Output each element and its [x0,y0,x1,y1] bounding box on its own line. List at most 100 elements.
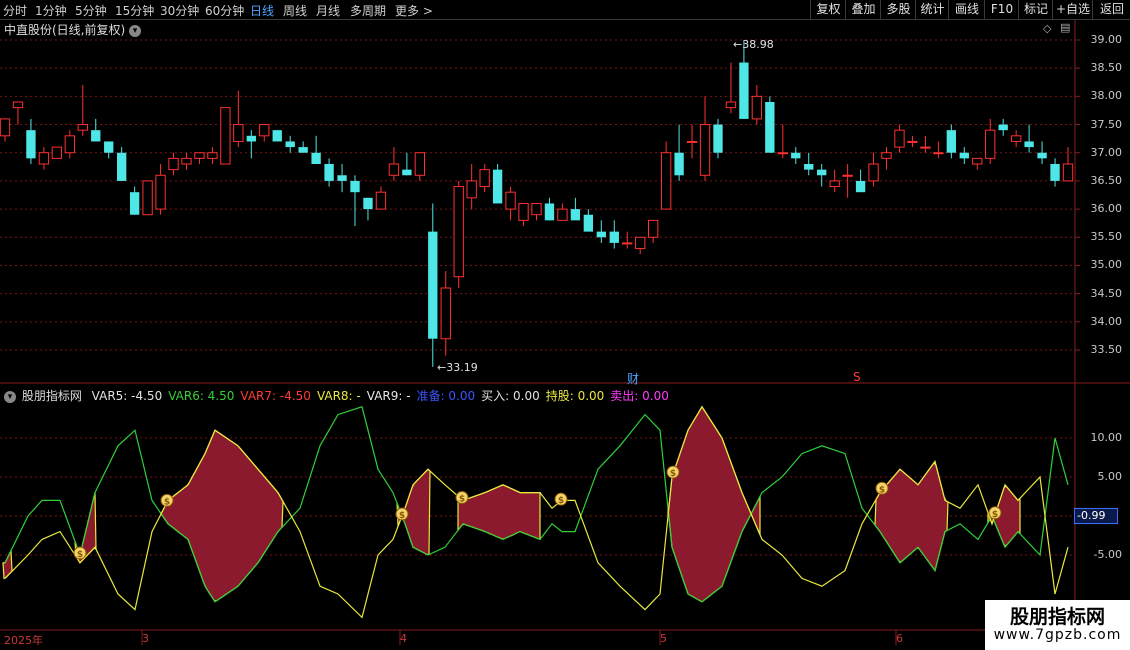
candle-body-up [751,95,763,120]
candle-body-down [739,62,749,119]
candle-body-down [298,147,308,153]
indicator-name: 股朋指标网 [21,389,82,403]
candle-body-up [51,146,63,159]
indicator-value-1: VAR6: 4.50 [168,389,235,403]
candle-body-up [972,157,983,165]
candle-body-down [324,164,334,181]
signal-fill [2,550,13,580]
candle-body-up [259,124,270,137]
candle-body-up [194,152,205,159]
candle-body-up [207,152,218,159]
candle-body-down [246,135,256,142]
ind-axis-label: -5.00 [1093,548,1122,561]
kline-chart[interactable]: $ $ $ $ $ $ $ $ [0,0,1130,650]
candle-body-up [829,180,840,188]
date-label-month-6: 6 [896,632,903,645]
candle-body-up [907,140,918,143]
signal-fill [667,405,761,603]
candle-body-down [1050,164,1060,181]
finance-marker[interactable]: 财 [627,370,639,387]
chevron-down-icon[interactable]: ▾ [4,390,16,403]
candle-body-up [531,202,542,216]
low-price-label: ←33.19 [437,361,478,374]
money-bag-icon-glyph: $ [992,510,998,520]
candle-body-down [492,169,503,204]
candle-body-down [765,102,775,153]
candle-body-up [142,180,153,216]
money-bag-icon-glyph: $ [670,469,676,479]
money-bag-icon-glyph: $ [77,550,83,560]
candle-body-down [91,130,101,142]
candle-body-down [26,130,36,159]
money-bag-icon-glyph: $ [164,497,170,507]
date-label-month-5: 5 [660,632,667,645]
candle-body-up [233,124,244,142]
indicator-value-6: 买入: 0.00 [481,389,540,403]
candle-body-up [466,180,477,199]
watermark-url: www.7gpzb.com [993,627,1122,643]
candle-body-down [583,214,594,232]
candle-body-down [817,169,827,176]
candle-body-up [155,174,166,210]
candle-body-up [453,186,464,278]
candle-body-up [648,219,659,238]
indicator-value-8: 卖出: 0.00 [610,389,669,403]
candle-body-down [596,231,606,238]
money-bag-icon-glyph: $ [558,496,564,506]
candle-body-down [104,141,114,153]
watermark-title: 股朋指标网 [1009,606,1105,628]
candle-body-down [855,180,866,193]
price-axis-label: 39.00 [1090,33,1123,46]
candle-body-up [686,140,698,143]
price-axis-label: 38.50 [1090,61,1123,75]
candle-body-down [544,203,555,221]
candle-body-down [402,169,412,176]
candle-body-up [505,191,516,210]
candle-body-up [842,174,853,177]
price-axis-label: 35.00 [1090,258,1123,272]
candle-body-up [868,163,879,182]
money-bag-icon-glyph: $ [459,495,465,505]
candle-body-down [129,192,140,215]
candle-body-up [38,152,50,165]
price-axis-label: 38.00 [1090,89,1123,103]
price-axis-label: 35.50 [1090,230,1123,244]
candle-body-up [479,169,490,188]
date-label-month-3: 3 [142,632,149,645]
candle-body-down [428,231,438,339]
sell-marker[interactable]: S [853,370,861,384]
candle-body-up [388,163,400,176]
candle-body-down [570,209,581,221]
candle-body-up [0,118,11,137]
candle-body-up [635,236,646,250]
price-axis-label: 34.00 [1090,314,1123,328]
price-axis-label: 33.50 [1090,343,1123,356]
candle-body-up [660,152,672,210]
candle-body-up [933,152,944,155]
candle-body-up [881,152,892,159]
candle-body-down [946,130,956,153]
indicator-value-0: VAR5: -4.50 [91,389,163,403]
grid-lines [0,39,1080,645]
candle-body-up [77,124,88,131]
candle-body-down [337,175,347,181]
date-label-month-4: 4 [400,632,407,645]
candle-body-down [959,152,969,159]
candle-body-up [1062,163,1074,182]
candle-body-up [64,135,75,154]
high-price-label: ←38.98 [733,38,774,51]
candle-body-up [894,129,905,148]
signal-fill [457,484,541,541]
candle-body-down [713,124,723,153]
price-axis-label: 36.00 [1090,202,1123,216]
money-bag-icon-glyph: $ [399,511,405,521]
candle-body-up [1010,135,1022,142]
indicator-value-7: 持股: 0.00 [545,389,605,403]
price-axis-label: 37.00 [1090,145,1123,159]
candle-body-down [1024,141,1034,148]
signal-fill [159,429,284,602]
candle-body-up [518,202,529,221]
candle-body-up [777,152,788,155]
date-label-year: 2025年 [4,634,43,647]
indicator-header: ▾ 股朋指标网 VAR5: -4.50 VAR6: 4.50 VAR7: -4.50… [4,387,673,403]
